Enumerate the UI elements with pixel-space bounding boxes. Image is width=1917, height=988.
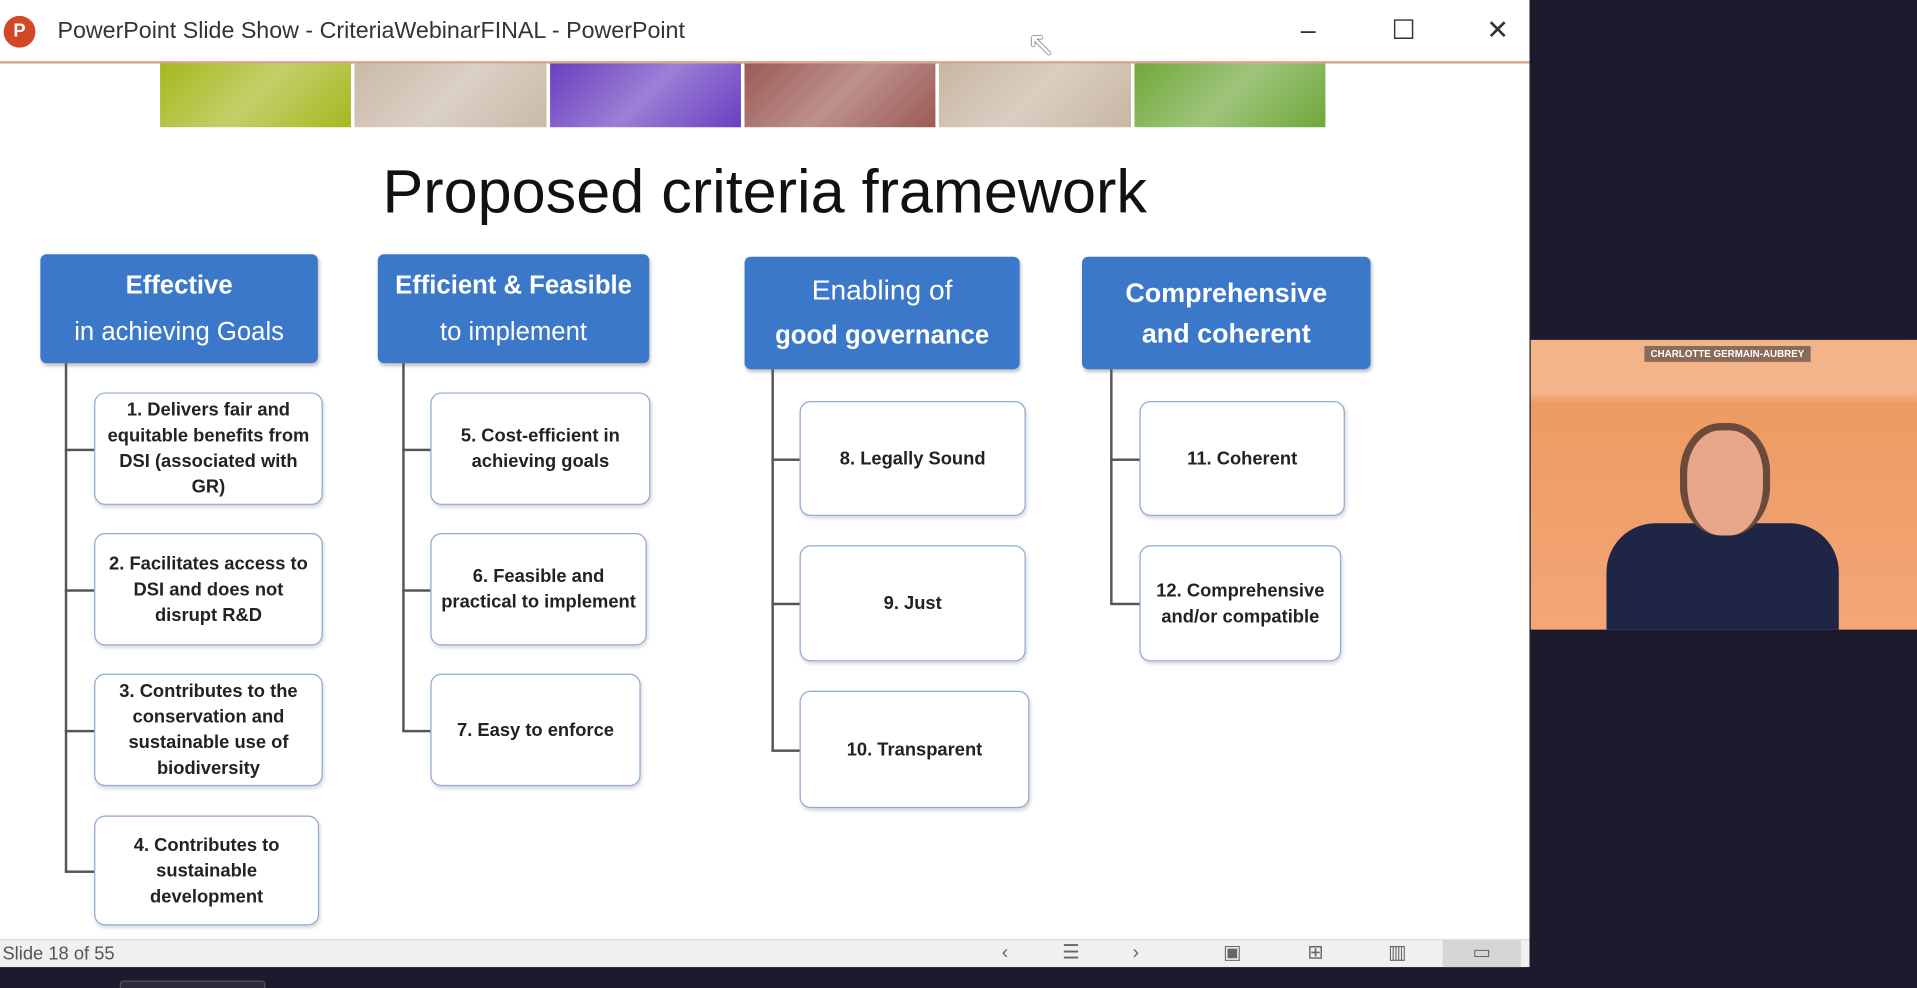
criterion-box: 7. Easy to enforce	[430, 673, 641, 787]
mouse-cursor-icon: ↖	[1026, 25, 1056, 64]
header-effective: Effective in achieving Goals	[40, 254, 318, 364]
connector	[402, 448, 431, 451]
connector	[64, 870, 95, 873]
criterion-box: 11. Coherent	[1139, 401, 1345, 516]
maximize-button[interactable]: ☐	[1382, 12, 1426, 49]
green-pattern-image	[1134, 63, 1326, 128]
header-governance: Enabling of good governance	[744, 256, 1020, 370]
slide-sorter-icon[interactable]: ⊞	[1300, 940, 1332, 967]
participant-body	[1606, 523, 1839, 630]
gills-image	[744, 63, 936, 128]
title-bar: P PowerPoint Slide Show - CriteriaWebina…	[0, 0, 1530, 64]
slide-list-icon[interactable]: ☰	[1055, 940, 1087, 967]
criterion-box: 1. Delivers fair and equitable benefits …	[94, 392, 323, 505]
previous-icon[interactable]: ‹	[989, 940, 1021, 967]
header-bold-2: and coherent	[1141, 317, 1311, 349]
image-strip	[160, 63, 1326, 128]
header-sub: in achieving Goals	[74, 317, 285, 346]
taskbar-button[interactable]	[119, 980, 266, 988]
criterion-box: 8. Legally Sound	[799, 401, 1026, 516]
connector	[771, 749, 800, 752]
powerpoint-window: P PowerPoint Slide Show - CriteriaWebina…	[0, 0, 1530, 968]
participant-head	[1679, 423, 1771, 536]
criterion-box: 6. Feasible and practical to implement	[430, 533, 647, 646]
purple-cells-image	[549, 63, 741, 128]
connector-line	[402, 363, 405, 732]
leaf-image	[160, 63, 352, 128]
next-icon[interactable]: ›	[1120, 940, 1152, 967]
connector-line	[1110, 369, 1112, 604]
connector	[1110, 602, 1140, 605]
header-sub: Enabling of	[811, 273, 953, 306]
screen: P PowerPoint Slide Show - CriteriaWebina…	[0, 0, 1917, 988]
connector	[771, 458, 800, 461]
reading-view-icon[interactable]: ▥	[1382, 940, 1414, 967]
connector	[1110, 458, 1140, 461]
header-efficient: Efficient & Feasible to implement	[377, 254, 650, 364]
header-bold: good governance	[775, 321, 990, 350]
header-bold: Efficient & Feasible	[395, 270, 632, 299]
criterion-box: 3. Contributes to the conservation and s…	[94, 673, 323, 787]
header-bold: Comprehensive	[1125, 277, 1328, 309]
header-comprehensive: Comprehensive and coherent	[1082, 256, 1371, 370]
normal-view-icon[interactable]: ▣	[1216, 940, 1248, 967]
criterion-box: 4. Contributes to sustainable developmen…	[94, 815, 320, 926]
criterion-box: 9. Just	[799, 545, 1026, 662]
connector	[771, 602, 800, 605]
slide-title: Proposed criteria framework	[382, 157, 1147, 227]
connector-line	[64, 363, 67, 872]
window-title: PowerPoint Slide Show - CriteriaWebinarF…	[57, 18, 685, 45]
header-bold: Effective	[125, 270, 233, 299]
art-image	[354, 63, 547, 128]
connector	[402, 729, 431, 732]
connector	[402, 589, 431, 592]
powerpoint-icon: P	[3, 15, 36, 48]
participant-name: CHARLOTTE GERMAIN-AUBREY	[1644, 345, 1811, 362]
criterion-box: 5. Cost-efficient in achieving goals	[430, 392, 651, 505]
criterion-box: 10. Transparent	[799, 690, 1030, 809]
criterion-box: 12. Comprehensive and/or compatible	[1139, 545, 1342, 662]
connector	[64, 448, 95, 451]
slide-counter: Slide 18 of 55	[2, 943, 115, 965]
connector-line	[771, 369, 774, 751]
connector	[64, 729, 95, 732]
status-bar: Slide 18 of 55 ‹ ☰ › ▣ ⊞ ▥ ▭	[0, 938, 1530, 968]
minimize-button[interactable]: –	[1286, 12, 1330, 49]
connector	[64, 589, 95, 592]
slide-show-icon[interactable]: ▭	[1442, 940, 1521, 968]
close-button[interactable]: ✕	[1476, 12, 1520, 49]
criterion-box: 2. Facilitates access to DSI and does no…	[94, 533, 323, 646]
bird-art-image	[939, 63, 1131, 128]
participant-video: CHARLOTTE GERMAIN-AUBREY	[1530, 339, 1917, 630]
header-sub: to implement	[440, 317, 587, 346]
